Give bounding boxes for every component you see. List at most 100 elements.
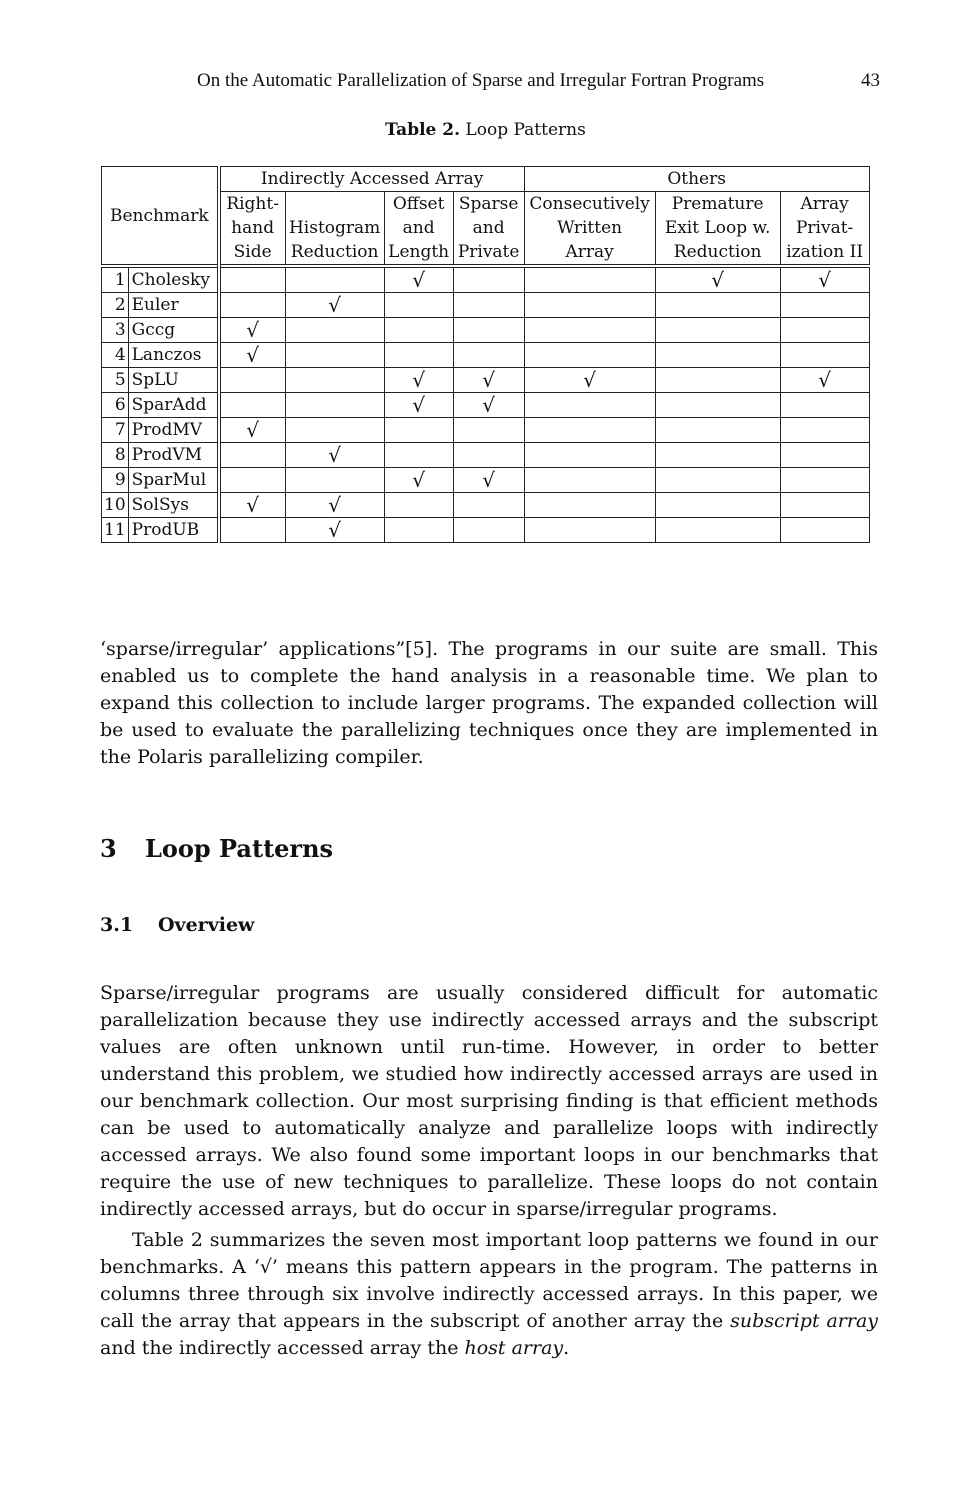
table-row: 8 ProdVM √ [101, 442, 870, 468]
check-icon: √ [246, 343, 260, 367]
table-body: 1 Cholesky √ √ √ 2 Euler √ 3 Gccg √ 4 Lanczos √ 5 SpLU √… [101, 264, 870, 543]
row-number: 8 [101, 442, 129, 468]
empty-cell [284, 342, 385, 368]
check-mark-cell: √ [779, 367, 870, 393]
empty-cell [654, 292, 781, 318]
empty-cell [218, 392, 286, 418]
check-mark-cell: √ [218, 492, 286, 518]
check-icon: √ [246, 318, 260, 342]
check-mark-cell: √ [284, 442, 385, 468]
empty-cell [654, 442, 781, 468]
table-row: 11 ProdUB √ [101, 517, 870, 543]
empty-cell [218, 367, 286, 393]
check-icon: √ [412, 393, 426, 417]
benchmark-name: SparMul [127, 467, 221, 493]
check-icon: √ [328, 518, 342, 542]
check-mark-cell: √ [218, 342, 286, 368]
empty-cell [383, 342, 454, 368]
empty-cell [779, 492, 870, 518]
empty-cell [284, 467, 385, 493]
empty-cell [654, 467, 781, 493]
table-row: 7 ProdMV √ [101, 417, 870, 443]
empty-cell [523, 417, 656, 443]
check-icon: √ [482, 393, 496, 417]
section-title: Loop Patterns [145, 834, 334, 863]
check-icon: √ [328, 493, 342, 517]
check-mark-cell: √ [523, 367, 656, 393]
empty-cell [523, 517, 656, 543]
check-icon: √ [328, 443, 342, 467]
benchmark-name: Cholesky [127, 264, 221, 293]
benchmark-name: SolSys [127, 492, 221, 518]
table-caption-text: Loop Patterns [460, 120, 586, 140]
empty-cell [383, 492, 454, 518]
empty-cell [654, 492, 781, 518]
benchmark-name: ProdUB [127, 517, 221, 543]
empty-cell [654, 367, 781, 393]
check-mark-cell: √ [779, 264, 870, 293]
row-number: 10 [101, 492, 129, 518]
table-row: 1 Cholesky √ √ √ [101, 264, 870, 293]
column-header-premature-exit-loop: Premature Exit Loop w. Reduction [654, 191, 781, 267]
header-benchmark: Benchmark [100, 166, 221, 267]
row-number: 2 [101, 292, 129, 318]
check-mark-cell: √ [452, 392, 525, 418]
header-indirect-group: Indirectly Accessed Array [218, 166, 525, 192]
empty-cell [218, 292, 286, 318]
check-icon: √ [583, 368, 597, 392]
empty-cell [523, 492, 656, 518]
empty-cell [218, 517, 286, 543]
check-icon: √ [412, 468, 426, 492]
table-row: 10 SolSys √ √ [101, 492, 870, 518]
row-number: 7 [101, 417, 129, 443]
empty-cell [654, 392, 781, 418]
empty-cell [383, 517, 454, 543]
check-mark-cell: √ [284, 517, 385, 543]
table-caption: Table 2. Loop Patterns [0, 120, 971, 140]
table-row: 3 Gccg √ [101, 317, 870, 343]
check-icon: √ [711, 268, 725, 292]
check-mark-cell: √ [654, 264, 781, 293]
check-icon: √ [818, 268, 832, 292]
column-header-right-hand-side: Right-hand Side [218, 191, 286, 267]
empty-cell [779, 442, 870, 468]
column-header-consecutively-written-array: Consecutively Written Array [523, 191, 656, 267]
section-heading: 3 Loop Patterns [100, 834, 333, 863]
check-icon: √ [412, 368, 426, 392]
empty-cell [284, 392, 385, 418]
empty-cell [654, 517, 781, 543]
benchmark-name: Gccg [127, 317, 221, 343]
empty-cell [523, 342, 656, 368]
empty-cell [452, 342, 525, 368]
check-icon: √ [482, 368, 496, 392]
check-mark-cell: √ [452, 467, 525, 493]
empty-cell [779, 467, 870, 493]
check-icon: √ [328, 293, 342, 317]
column-header-sparse-and-private: Sparse and Private [452, 191, 525, 267]
empty-cell [284, 417, 385, 443]
paragraph-overview: Sparse/irregular programs are usually co… [100, 982, 878, 1220]
empty-cell [452, 317, 525, 343]
empty-cell [383, 292, 454, 318]
page-number: 43 [861, 70, 880, 91]
empty-cell [523, 292, 656, 318]
benchmark-name: ProdMV [127, 417, 221, 443]
empty-cell [779, 317, 870, 343]
benchmark-name: Euler [127, 292, 221, 318]
row-number: 11 [101, 517, 129, 543]
subsection-number: 3.1 [100, 914, 134, 936]
empty-cell [383, 417, 454, 443]
column-header-offset-and-length: Offset and Length [383, 191, 454, 267]
check-mark-cell: √ [218, 417, 286, 443]
check-mark-cell: √ [383, 367, 454, 393]
check-mark-cell: √ [284, 492, 385, 518]
table-row: 2 Euler √ [101, 292, 870, 318]
row-number: 1 [101, 264, 129, 293]
check-icon: √ [246, 418, 260, 442]
loop-patterns-table: Benchmark Indirectly Accessed Array Othe… [100, 166, 870, 543]
benchmark-name: Lanczos [127, 342, 221, 368]
empty-cell [654, 342, 781, 368]
check-mark-cell: √ [218, 317, 286, 343]
empty-cell [284, 367, 385, 393]
empty-cell [523, 317, 656, 343]
